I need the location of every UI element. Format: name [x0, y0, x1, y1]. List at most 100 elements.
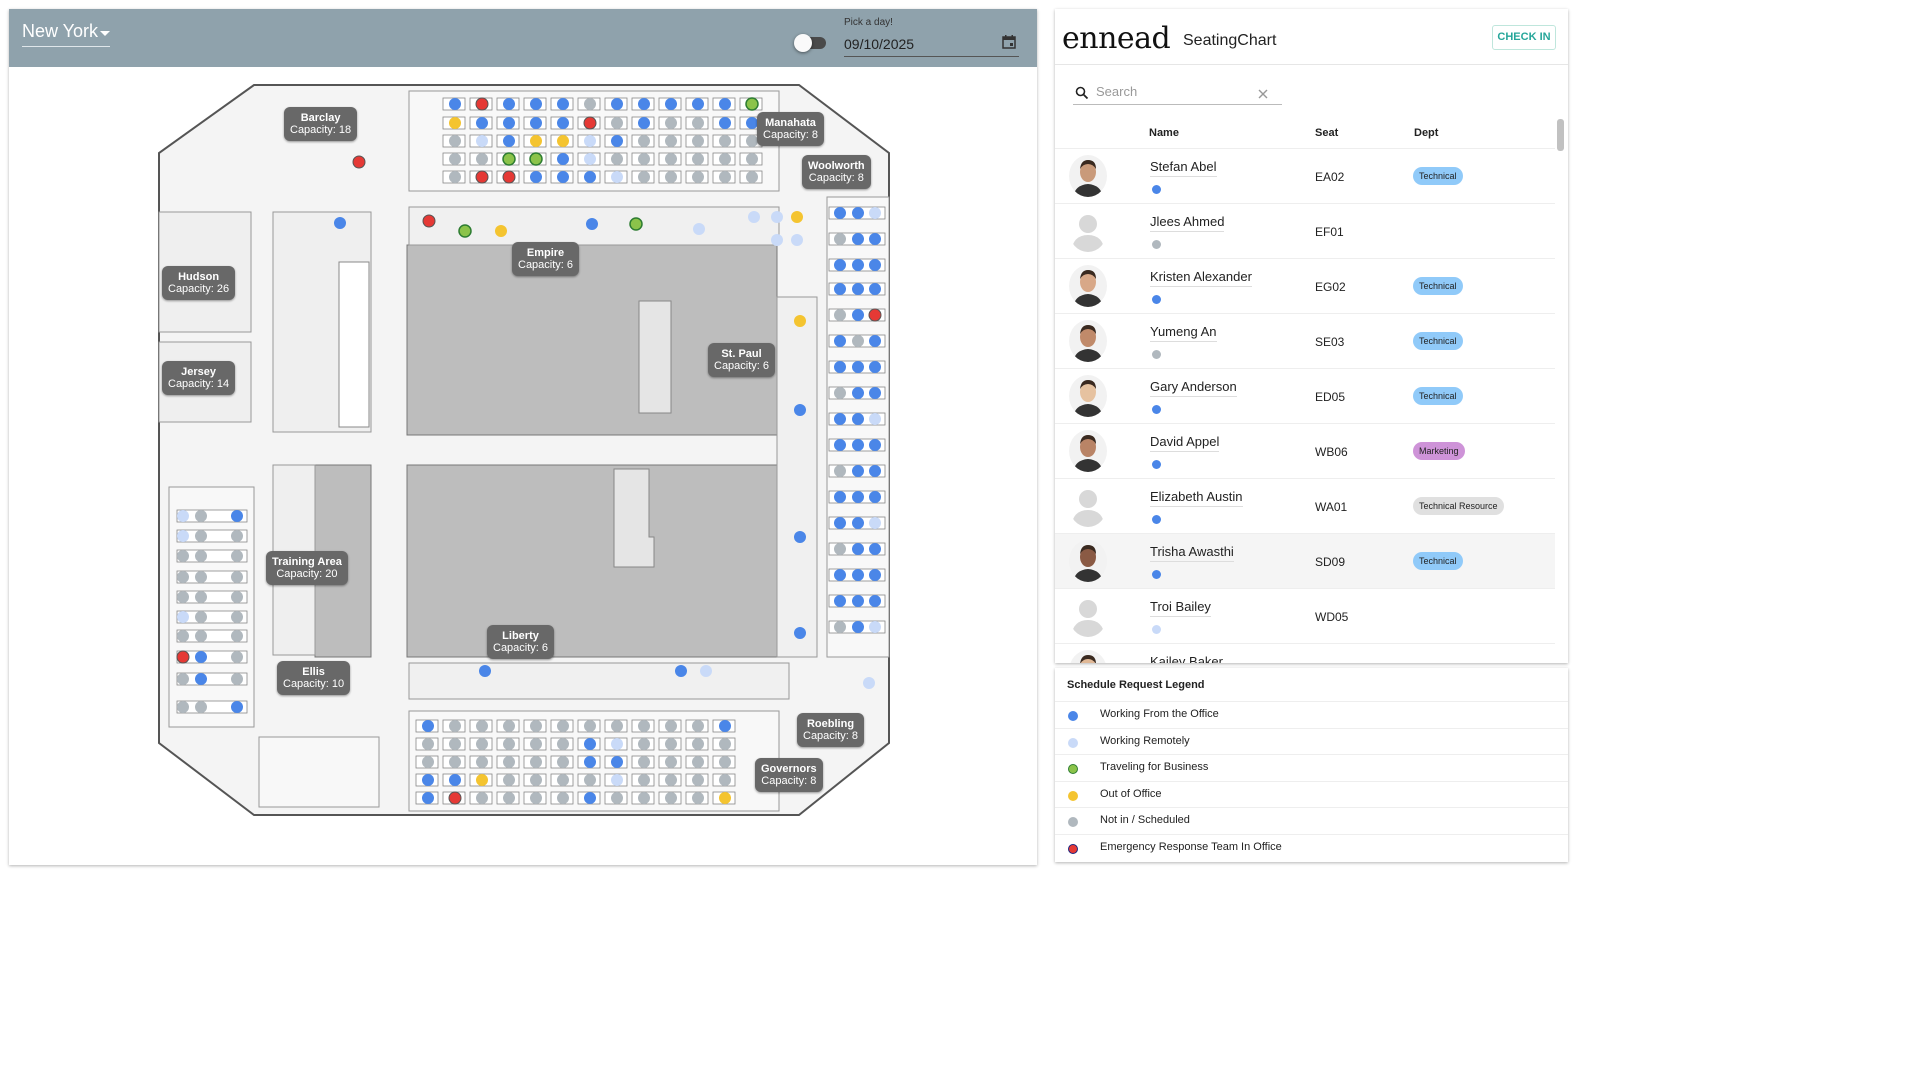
person-row[interactable]: Kristen Alexander EG02 Technical — [1055, 258, 1555, 313]
seat-dot[interactable] — [719, 738, 731, 750]
seat-dot[interactable] — [638, 171, 650, 183]
seat-dot[interactable] — [748, 211, 760, 223]
seat-dot[interactable] — [503, 720, 515, 732]
seat-dot[interactable] — [177, 611, 189, 623]
seat-dot[interactable] — [834, 491, 846, 503]
seat-dot[interactable] — [231, 673, 243, 685]
room-label-governors[interactable]: Governors Capacity: 8 — [755, 758, 823, 792]
seat-dot[interactable] — [476, 792, 488, 804]
seat-dot[interactable] — [692, 171, 704, 183]
column-header-seat[interactable]: Seat — [1315, 127, 1338, 139]
seat-dot[interactable] — [195, 550, 207, 562]
seat-dot[interactable] — [530, 171, 542, 183]
seat-dot[interactable] — [665, 135, 677, 147]
seat-dot[interactable] — [529, 152, 543, 166]
seat-dot[interactable] — [476, 774, 488, 786]
seat-dot[interactable] — [557, 171, 569, 183]
seat-dot[interactable] — [557, 153, 569, 165]
seat-dot[interactable] — [665, 756, 677, 768]
seat-dot[interactable] — [231, 571, 243, 583]
seat-dot[interactable] — [231, 701, 243, 713]
person-name[interactable]: Stefan Abel — [1150, 159, 1217, 177]
seat-dot[interactable] — [530, 792, 542, 804]
scrollbar[interactable] — [1557, 119, 1564, 151]
seat-dot[interactable] — [584, 774, 596, 786]
seat-dot[interactable] — [852, 491, 864, 503]
seat-dot[interactable] — [449, 720, 461, 732]
seat-dot[interactable] — [869, 259, 881, 271]
seat-dot[interactable] — [449, 738, 461, 750]
seat-dot[interactable] — [869, 595, 881, 607]
person-name[interactable]: David Appel — [1150, 434, 1220, 452]
seat-dot[interactable] — [869, 283, 881, 295]
room-label-jersey[interactable]: Jersey Capacity: 14 — [162, 361, 236, 395]
seat-dot[interactable] — [584, 720, 596, 732]
seat-dot[interactable] — [195, 630, 207, 642]
view-toggle[interactable] — [794, 34, 826, 52]
seat-dot[interactable] — [852, 465, 864, 477]
seat-dot[interactable] — [693, 223, 705, 235]
seat-dot[interactable] — [557, 774, 569, 786]
seat-dot[interactable] — [449, 756, 461, 768]
seat-dot[interactable] — [665, 153, 677, 165]
seat-dot[interactable] — [177, 550, 189, 562]
clear-icon[interactable] — [1258, 89, 1268, 99]
room-label-woolworth[interactable]: Woolworth Capacity: 8 — [802, 155, 871, 189]
seat-dot[interactable] — [422, 738, 434, 750]
seat-dot[interactable] — [476, 738, 488, 750]
seat-dot[interactable] — [352, 155, 366, 169]
seat-dot[interactable] — [638, 117, 650, 129]
seat-dot[interactable] — [692, 720, 704, 732]
room-label-training-area[interactable]: Training Area Capacity: 20 — [266, 551, 348, 585]
person-row[interactable]: Stefan Abel EA02 Technical — [1055, 148, 1555, 203]
seat-dot[interactable] — [719, 774, 731, 786]
seat-dot[interactable] — [449, 153, 461, 165]
seat-dot[interactable] — [503, 98, 515, 110]
seat-dot[interactable] — [611, 720, 623, 732]
seat-dot[interactable] — [231, 550, 243, 562]
person-row[interactable]: Elizabeth Austin WA01 Technical Resource — [1055, 478, 1555, 533]
seat-dot[interactable] — [834, 413, 846, 425]
seat-dot[interactable] — [692, 153, 704, 165]
seat-dot[interactable] — [503, 756, 515, 768]
seat-dot[interactable] — [503, 774, 515, 786]
seat-dot[interactable] — [584, 153, 596, 165]
seat-dot[interactable] — [771, 234, 783, 246]
seat-dot[interactable] — [195, 510, 207, 522]
seat-dot[interactable] — [638, 153, 650, 165]
seat-dot[interactable] — [834, 465, 846, 477]
seat-dot[interactable] — [834, 283, 846, 295]
seat-dot[interactable] — [719, 135, 731, 147]
seat-dot[interactable] — [334, 217, 346, 229]
seat-dot[interactable] — [665, 117, 677, 129]
seat-dot[interactable] — [449, 117, 461, 129]
seat-dot[interactable] — [195, 591, 207, 603]
person-name[interactable]: Jlees Ahmed — [1150, 214, 1225, 232]
seat-dot[interactable] — [177, 591, 189, 603]
seat-dot[interactable] — [476, 117, 488, 129]
seat-dot[interactable] — [852, 361, 864, 373]
seat-dot[interactable] — [863, 677, 875, 689]
seat-dot[interactable] — [476, 720, 488, 732]
person-name[interactable]: Trisha Awasthi — [1150, 544, 1234, 562]
seat-dot[interactable] — [611, 738, 623, 750]
seat-dot[interactable] — [834, 569, 846, 581]
seat-dot[interactable] — [449, 98, 461, 110]
person-name[interactable]: Kristen Alexander — [1150, 269, 1252, 287]
seat-dot[interactable] — [449, 774, 461, 786]
seat-dot[interactable] — [557, 98, 569, 110]
seat-dot[interactable] — [852, 543, 864, 555]
seat-dot[interactable] — [719, 720, 731, 732]
seat-dot[interactable] — [834, 361, 846, 373]
seat-dot[interactable] — [834, 335, 846, 347]
seat-dot[interactable] — [422, 214, 436, 228]
seat-dot[interactable] — [557, 117, 569, 129]
person-row[interactable]: Kailey Baker — [1055, 643, 1555, 663]
seat-dot[interactable] — [834, 233, 846, 245]
room-label-hudson[interactable]: Hudson Capacity: 26 — [162, 266, 236, 300]
seat-dot[interactable] — [195, 651, 207, 663]
seat-dot[interactable] — [177, 530, 189, 542]
seat-dot[interactable] — [869, 207, 881, 219]
seat-dot[interactable] — [422, 720, 434, 732]
person-row[interactable]: Troi Bailey WD05 — [1055, 588, 1555, 643]
